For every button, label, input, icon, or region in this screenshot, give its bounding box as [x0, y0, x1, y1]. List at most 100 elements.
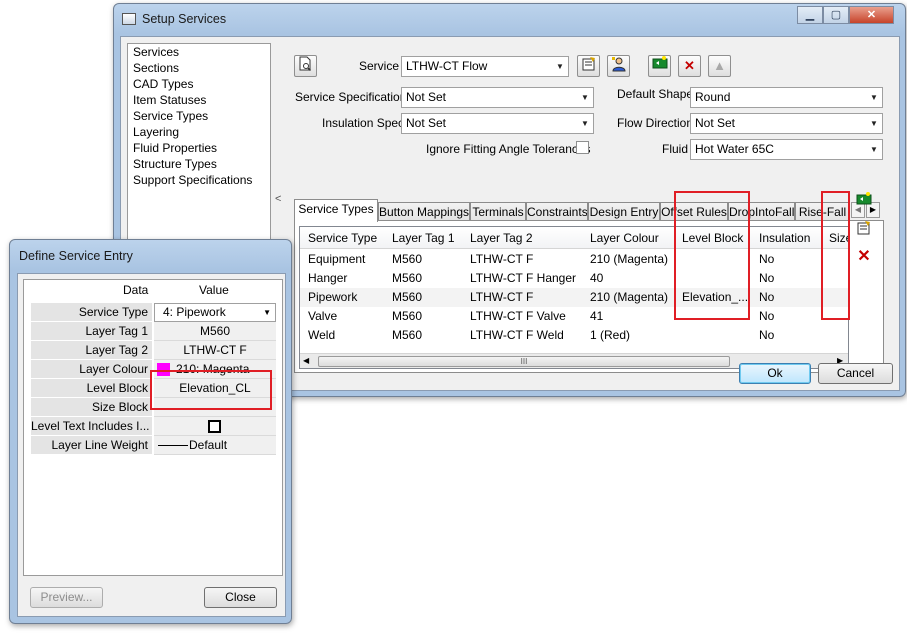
grid-add-button[interactable]: [854, 192, 874, 210]
cell-insulation: No: [759, 252, 775, 266]
ok-button[interactable]: Ok: [739, 363, 811, 384]
property-value[interactable]: LTHW-CT F: [154, 341, 276, 360]
level-text-checkbox[interactable]: [208, 420, 221, 433]
scroll-left-arrow-icon[interactable]: ◀: [303, 356, 309, 365]
cell-layer-colour: 1 (Red): [590, 328, 631, 342]
cell-insulation: No: [759, 328, 775, 342]
header-service-type[interactable]: Service Type: [308, 231, 377, 245]
delete-service-button[interactable]: ✕: [678, 55, 701, 77]
service-label: Service: [359, 59, 400, 73]
header-insulation[interactable]: Insulation: [759, 231, 810, 245]
sidebar-item-fluid-properties[interactable]: Fluid Properties: [133, 141, 217, 155]
ignore-fitting-checkbox[interactable]: [576, 141, 589, 154]
property-value[interactable]: Default: [154, 436, 276, 455]
property-value[interactable]: [154, 417, 276, 436]
chevron-down-icon: ▼: [581, 93, 589, 102]
header-layer-colour[interactable]: Layer Colour: [590, 231, 659, 245]
move-up-button[interactable]: ▲: [708, 55, 731, 77]
delete-x-icon: ✕: [684, 58, 695, 73]
insulation-spec-combo[interactable]: Not Set ▼: [401, 113, 594, 134]
flow-direction-value: Not Set: [695, 116, 736, 130]
grid-edit-button[interactable]: [854, 220, 874, 238]
window-title: Define Service Entry: [19, 249, 133, 263]
cell-layer-tag-1: M560: [392, 309, 423, 323]
tab-button-mappings[interactable]: Button Mappings: [378, 202, 470, 221]
title-bar[interactable]: Define Service Entry: [10, 240, 291, 270]
tab-service-types[interactable]: Service Types: [294, 199, 378, 222]
fluid-label: Fluid: [662, 142, 689, 156]
cancel-button[interactable]: Cancel: [818, 363, 893, 384]
cell-layer-colour: 41: [590, 309, 604, 323]
cell-service-type: Equipment: [308, 252, 366, 266]
app-icon: [122, 13, 136, 25]
sidebar-item-sections[interactable]: Sections: [133, 61, 179, 75]
service-spec-label: Service Specification: [295, 90, 407, 104]
cell-layer-tag-2: LTHW-CT F Hanger: [470, 271, 577, 285]
flow-direction-label: Flow Direction: [617, 116, 694, 130]
property-row-service-type[interactable]: Service Type 4: Pipework ▼: [31, 303, 276, 322]
cell-layer-tag-1: M560: [392, 271, 423, 285]
add-service-button[interactable]: [648, 55, 671, 77]
tab-constraints[interactable]: Constraints: [526, 202, 588, 221]
chevron-down-icon: ▼: [556, 62, 564, 71]
sidebar-item-structure-types[interactable]: Structure Types: [133, 157, 217, 171]
property-value[interactable]: M560: [154, 322, 276, 341]
property-row-layer-line-weight[interactable]: Layer Line Weight Default: [31, 436, 276, 455]
scroll-thumb[interactable]: III: [318, 356, 730, 367]
splitter-arrow[interactable]: <: [275, 193, 281, 205]
sidebar-item-layering[interactable]: Layering: [133, 125, 179, 139]
scroll-grip: III: [520, 357, 528, 366]
cell-layer-colour: 210 (Magenta): [590, 252, 669, 266]
preview-button[interactable]: Preview...: [30, 587, 103, 608]
sidebar-item-services[interactable]: Services: [133, 45, 179, 59]
service-user-button[interactable]: [607, 55, 630, 77]
sidebar-item-service-types[interactable]: Service Types: [133, 109, 208, 123]
insulation-spec-label: Insulation Spec: [322, 116, 405, 130]
tab-terminals[interactable]: Terminals: [470, 202, 526, 221]
default-shape-combo[interactable]: Round ▼: [690, 87, 883, 108]
tab-design-entry[interactable]: Design Entry: [588, 202, 660, 221]
property-row-layer-tag-2[interactable]: Layer Tag 2 LTHW-CT F: [31, 341, 276, 360]
fluid-combo[interactable]: Hot Water 65C ▼: [690, 139, 883, 160]
maximize-button[interactable]: ▢: [823, 6, 849, 24]
col-value-header: Value: [199, 283, 229, 297]
table-row[interactable]: Valve M560 LTHW-CT F Valve 41 No: [300, 307, 848, 326]
level-block-highlight: [674, 191, 750, 320]
preview-doc-button[interactable]: [294, 55, 317, 77]
property-row-layer-tag-1[interactable]: Layer Tag 1 M560: [31, 322, 276, 341]
sidebar-item-item-statuses[interactable]: Item Statuses: [133, 93, 206, 107]
title-bar[interactable]: Setup Services ▁ ▢ ✕: [114, 4, 905, 34]
chevron-down-icon: ▼: [263, 308, 271, 317]
edit-service-button[interactable]: [577, 55, 600, 77]
sidebar-item-support-specifications[interactable]: Support Specifications: [133, 173, 252, 187]
flow-direction-combo[interactable]: Not Set ▼: [690, 113, 883, 134]
user-icon: [611, 57, 626, 72]
property-grid-header: Data Value: [31, 283, 276, 299]
grid-delete-button[interactable]: ✕: [854, 248, 874, 266]
delete-x-icon: ✕: [857, 248, 871, 265]
property-name: Layer Tag 2: [31, 341, 153, 360]
header-layer-tag-1[interactable]: Layer Tag 1: [392, 231, 455, 245]
property-name: Service Type: [31, 303, 153, 322]
cell-layer-tag-1: M560: [392, 290, 423, 304]
close-button[interactable]: Close: [204, 587, 277, 608]
property-name: Level Block: [31, 379, 153, 398]
cell-service-type: Valve: [308, 309, 338, 323]
new-item-icon: [652, 56, 667, 69]
line-weight-sample: [158, 445, 188, 446]
minimize-button[interactable]: ▁: [797, 6, 823, 24]
property-name: Level Text Includes I...: [31, 417, 153, 436]
table-row[interactable]: Pipework M560 LTHW-CT F 210 (Magenta) Elevat…: [300, 288, 848, 307]
property-row-level-text-includes-i[interactable]: Level Text Includes I...: [31, 417, 276, 436]
cell-layer-tag-1: M560: [392, 252, 423, 266]
property-value[interactable]: 4: Pipework ▼: [154, 303, 276, 322]
table-row[interactable]: Hanger M560 LTHW-CT F Hanger 40 No: [300, 269, 848, 288]
close-window-button[interactable]: ✕: [849, 6, 894, 24]
cell-layer-tag-2: LTHW-CT F: [470, 252, 534, 266]
table-row[interactable]: Equipment M560 LTHW-CT F 210 (Magenta) No: [300, 250, 848, 269]
header-layer-tag-2[interactable]: Layer Tag 2: [470, 231, 533, 245]
sidebar-item-cad-types[interactable]: CAD Types: [133, 77, 193, 91]
service-combo[interactable]: LTHW-CT Flow ▼: [401, 56, 569, 77]
table-row[interactable]: Weld M560 LTHW-CT F Weld 1 (Red) No: [300, 326, 848, 345]
service-spec-combo[interactable]: Not Set ▼: [401, 87, 594, 108]
